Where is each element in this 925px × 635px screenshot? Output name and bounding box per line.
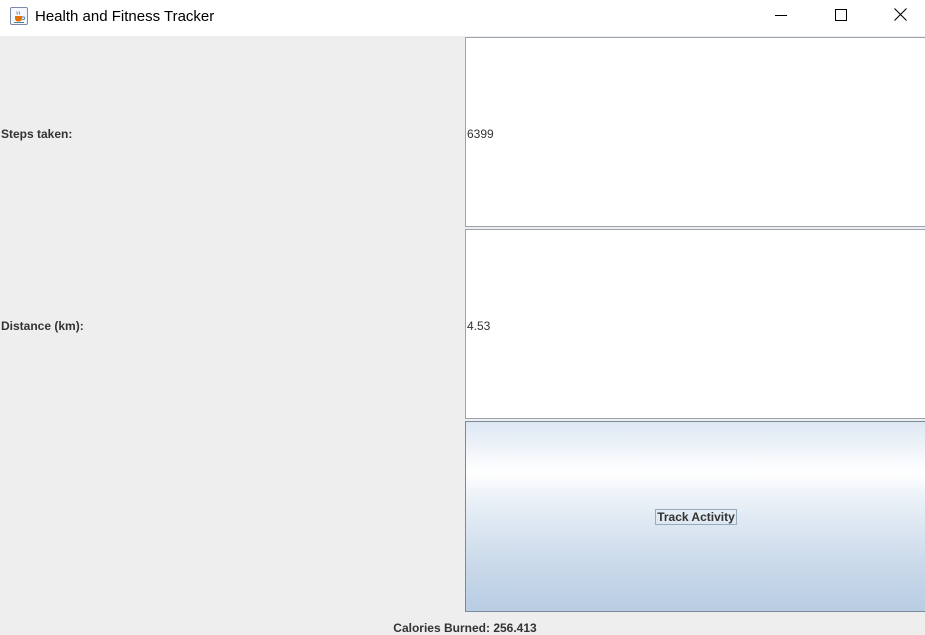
distance-input[interactable]: 4.53 <box>465 229 925 419</box>
minimize-icon <box>775 8 787 26</box>
distance-label: Distance (km): <box>1 319 84 333</box>
maximize-button[interactable] <box>818 0 864 34</box>
main-panel: Steps taken: 6399 Distance (km): 4.53 Tr… <box>0 36 925 635</box>
close-button[interactable] <box>877 0 923 34</box>
title-bar[interactable]: Health and Fitness Tracker <box>0 0 925 36</box>
track-activity-button[interactable]: Track Activity <box>465 421 925 612</box>
steps-input-value: 6399 <box>467 127 494 141</box>
java-cup-icon <box>10 7 28 25</box>
app-window: Health and Fitness Tracker Steps taken: … <box>0 0 925 635</box>
window-title: Health and Fitness Tracker <box>35 8 215 25</box>
close-icon <box>893 8 907 26</box>
maximize-icon <box>835 8 847 26</box>
distance-input-value: 4.53 <box>467 319 491 333</box>
calories-burned-text: Calories Burned: 256.413 <box>393 621 537 635</box>
steps-label: Steps taken: <box>1 127 73 141</box>
minimize-button[interactable] <box>758 0 804 34</box>
track-activity-label: Track Activity <box>655 508 737 525</box>
steps-input[interactable]: 6399 <box>465 37 925 227</box>
